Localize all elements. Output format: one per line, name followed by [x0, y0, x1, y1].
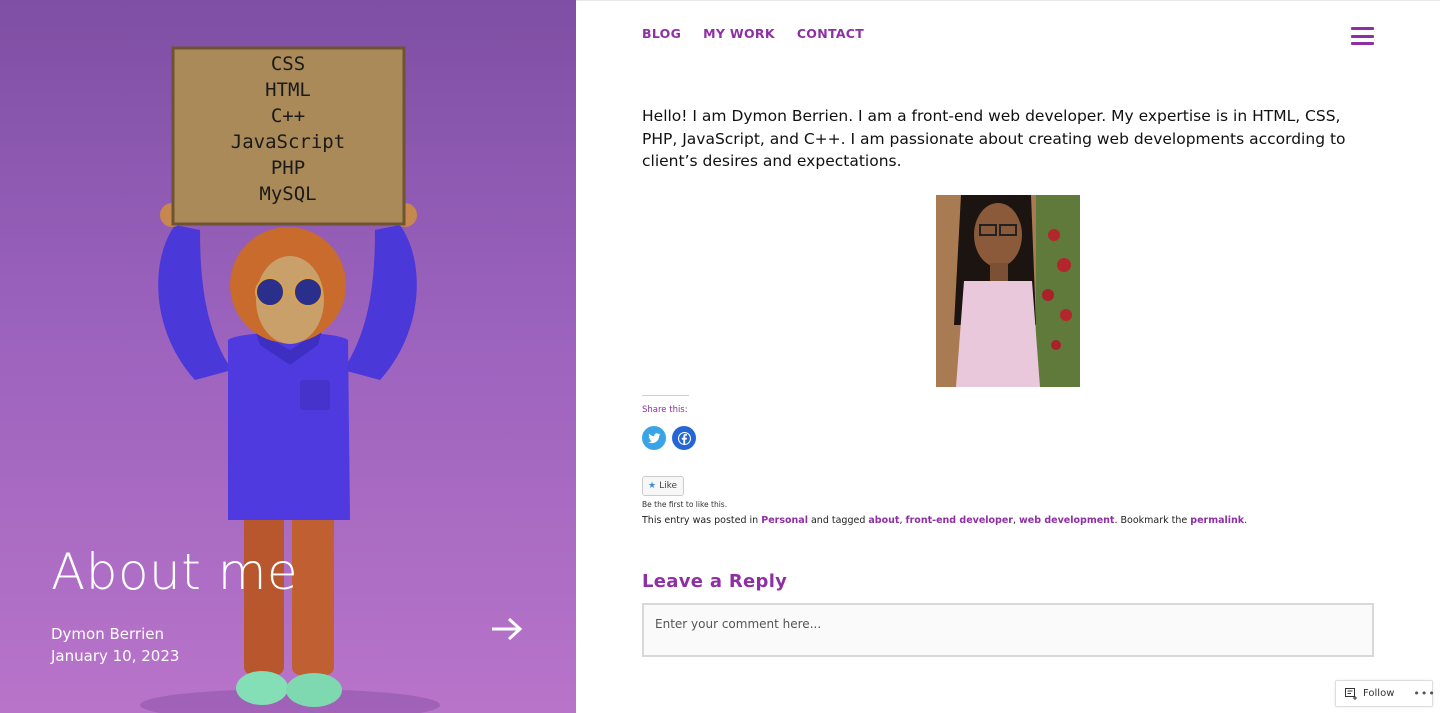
twitter-icon: [647, 432, 660, 443]
share-divider: [642, 395, 689, 396]
follow-bar: Follow •••: [1335, 680, 1435, 707]
main-content: BLOG MY WORK CONTACT Hello! I am Dymon B…: [576, 0, 1440, 713]
tag-link-front-end-developer[interactable]: front-end developer: [905, 515, 1013, 526]
category-link-personal[interactable]: Personal: [761, 515, 808, 526]
comment-input[interactable]: Enter your comment here...: [642, 603, 1374, 657]
tag-link-web-development[interactable]: web development: [1019, 515, 1114, 526]
like-label: Like: [659, 481, 678, 491]
facebook-icon: [677, 431, 691, 445]
nav-item-my-work[interactable]: MY WORK: [703, 26, 775, 41]
share-label: Share this:: [642, 405, 688, 415]
next-arrow-icon[interactable]: [490, 614, 524, 644]
sign-line: PHP: [271, 157, 305, 179]
nav-item-contact[interactable]: CONTACT: [797, 26, 864, 41]
like-button[interactable]: ★ Like: [642, 476, 684, 496]
follow-button[interactable]: Follow: [1345, 687, 1395, 700]
like-note: Be the first to like this.: [642, 500, 728, 509]
sign-line: HTML: [265, 79, 311, 101]
post-intro: Hello! I am Dymon Berrien. I am a front-…: [642, 107, 1346, 170]
post-date[interactable]: January 10, 2023: [51, 647, 179, 665]
permalink-link[interactable]: permalink: [1190, 515, 1244, 526]
star-icon: ★: [648, 481, 657, 491]
follow-label: Follow: [1363, 688, 1395, 699]
hero-panel: CSS HTML C++ JavaScript PHP MySQL About …: [0, 0, 576, 713]
post-title: About me: [51, 543, 299, 601]
entry-meta: This entry was posted in Personal and ta…: [642, 515, 1248, 526]
menu-icon[interactable]: [1351, 27, 1374, 45]
share-facebook-button[interactable]: [672, 426, 696, 450]
sign-line: MySQL: [259, 183, 316, 205]
tag-link-about[interactable]: about: [868, 515, 899, 526]
sign-line: C++: [271, 105, 305, 127]
share-twitter-button[interactable]: [642, 426, 666, 450]
top-nav: BLOG MY WORK CONTACT: [642, 26, 864, 41]
post-author[interactable]: Dymon Berrien: [51, 625, 164, 643]
sign-line: JavaScript: [231, 131, 345, 153]
sign-line: CSS: [271, 53, 305, 75]
more-options-icon[interactable]: •••: [1413, 687, 1435, 700]
reply-title: Leave a Reply: [642, 571, 788, 592]
profile-photo: [936, 195, 1080, 387]
reader-icon: [1345, 687, 1357, 700]
nav-item-blog[interactable]: BLOG: [642, 26, 681, 41]
hero-illustration: CSS HTML C++ JavaScript PHP MySQL: [140, 46, 440, 713]
